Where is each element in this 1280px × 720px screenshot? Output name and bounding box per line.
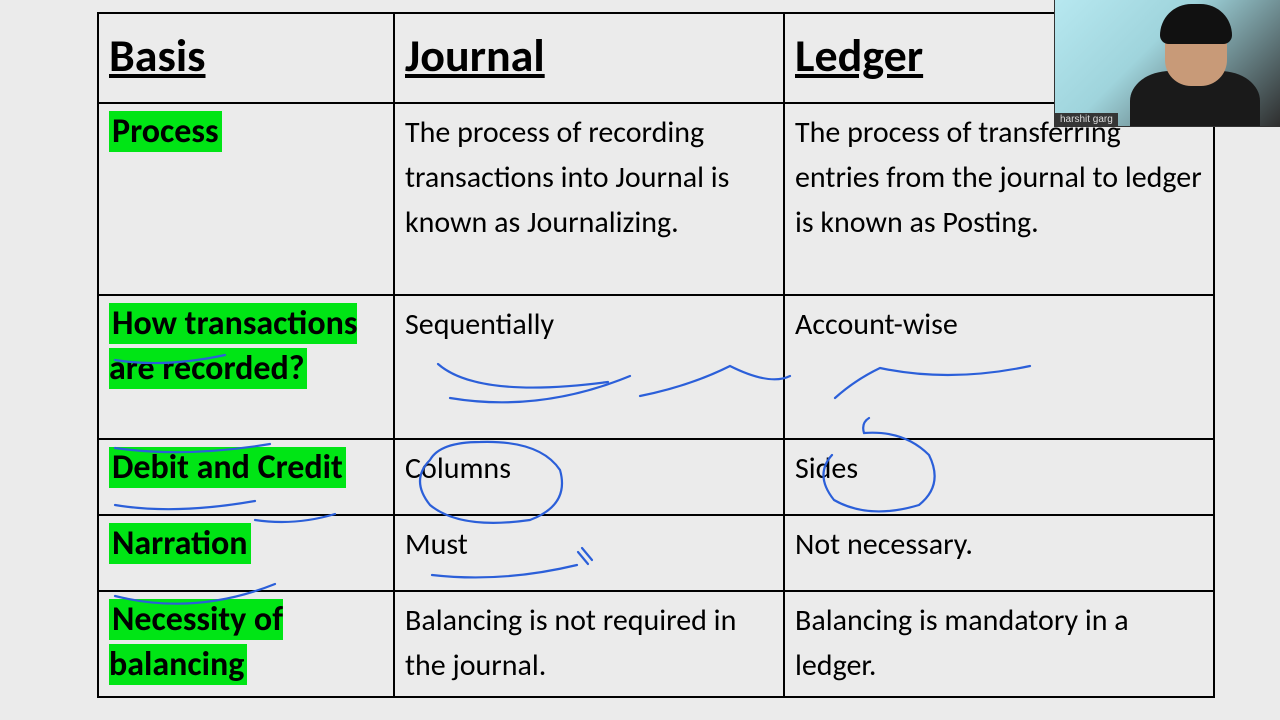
- basis-label: Narration: [109, 523, 251, 564]
- table-row: How transactions are recorded? Sequentia…: [98, 295, 1214, 439]
- table-row: Debit and Credit Columns Sides: [98, 439, 1214, 515]
- cell-journal: Sequentially: [394, 295, 784, 439]
- comparison-table: Basis Journal Ledger Process The process…: [97, 12, 1215, 698]
- cell-journal: Columns: [394, 439, 784, 515]
- cell-basis: Narration: [98, 515, 394, 591]
- cell-ledger: Balancing is mandatory in a ledger.: [784, 591, 1214, 697]
- cell-text: Balancing is mandatory in a ledger.: [795, 602, 1129, 684]
- cell-journal: Balancing is not required in the journal…: [394, 591, 784, 697]
- table-header-row: Basis Journal Ledger: [98, 13, 1214, 103]
- cell-journal: The process of recording transactions in…: [394, 103, 784, 295]
- basis-label: How transactions are recorded?: [109, 303, 357, 389]
- cell-text: Sides: [795, 450, 858, 487]
- table-row: Narration Must Not necessary.: [98, 515, 1214, 591]
- basis-label: Necessity of balancing: [109, 599, 283, 685]
- cell-text: Must: [405, 526, 468, 563]
- cell-basis: Debit and Credit: [98, 439, 394, 515]
- cell-ledger: Account-wise: [784, 295, 1214, 439]
- presenter-webcam: harshit garg: [1055, 0, 1280, 126]
- cell-basis: How transactions are recorded?: [98, 295, 394, 439]
- cell-text: Account-wise: [795, 306, 958, 343]
- cell-ledger: Sides: [784, 439, 1214, 515]
- cell-basis: Process: [98, 103, 394, 295]
- cell-text: Balancing is not required in the journal…: [405, 602, 736, 684]
- cell-text: The process of transferring entries from…: [795, 114, 1202, 241]
- slide-page: Basis Journal Ledger Process The process…: [0, 0, 1280, 720]
- cell-text: The process of recording transactions in…: [405, 114, 729, 241]
- cell-text: Columns: [405, 450, 511, 487]
- table-row: Necessity of balancing Balancing is not …: [98, 591, 1214, 697]
- header-basis: Basis: [98, 13, 394, 103]
- cell-basis: Necessity of balancing: [98, 591, 394, 697]
- cell-ledger: The process of transferring entries from…: [784, 103, 1214, 295]
- basis-label: Debit and Credit: [109, 447, 346, 488]
- table-row: Process The process of recording transac…: [98, 103, 1214, 295]
- header-journal: Journal: [394, 13, 784, 103]
- cell-text: Not necessary.: [795, 526, 973, 563]
- cell-journal: Must: [394, 515, 784, 591]
- presenter-name-tag: harshit garg: [1055, 113, 1118, 126]
- cell-text: Sequentially: [405, 306, 554, 343]
- basis-label: Process: [109, 111, 222, 152]
- presenter-silhouette: [1120, 8, 1270, 126]
- cell-ledger: Not necessary.: [784, 515, 1214, 591]
